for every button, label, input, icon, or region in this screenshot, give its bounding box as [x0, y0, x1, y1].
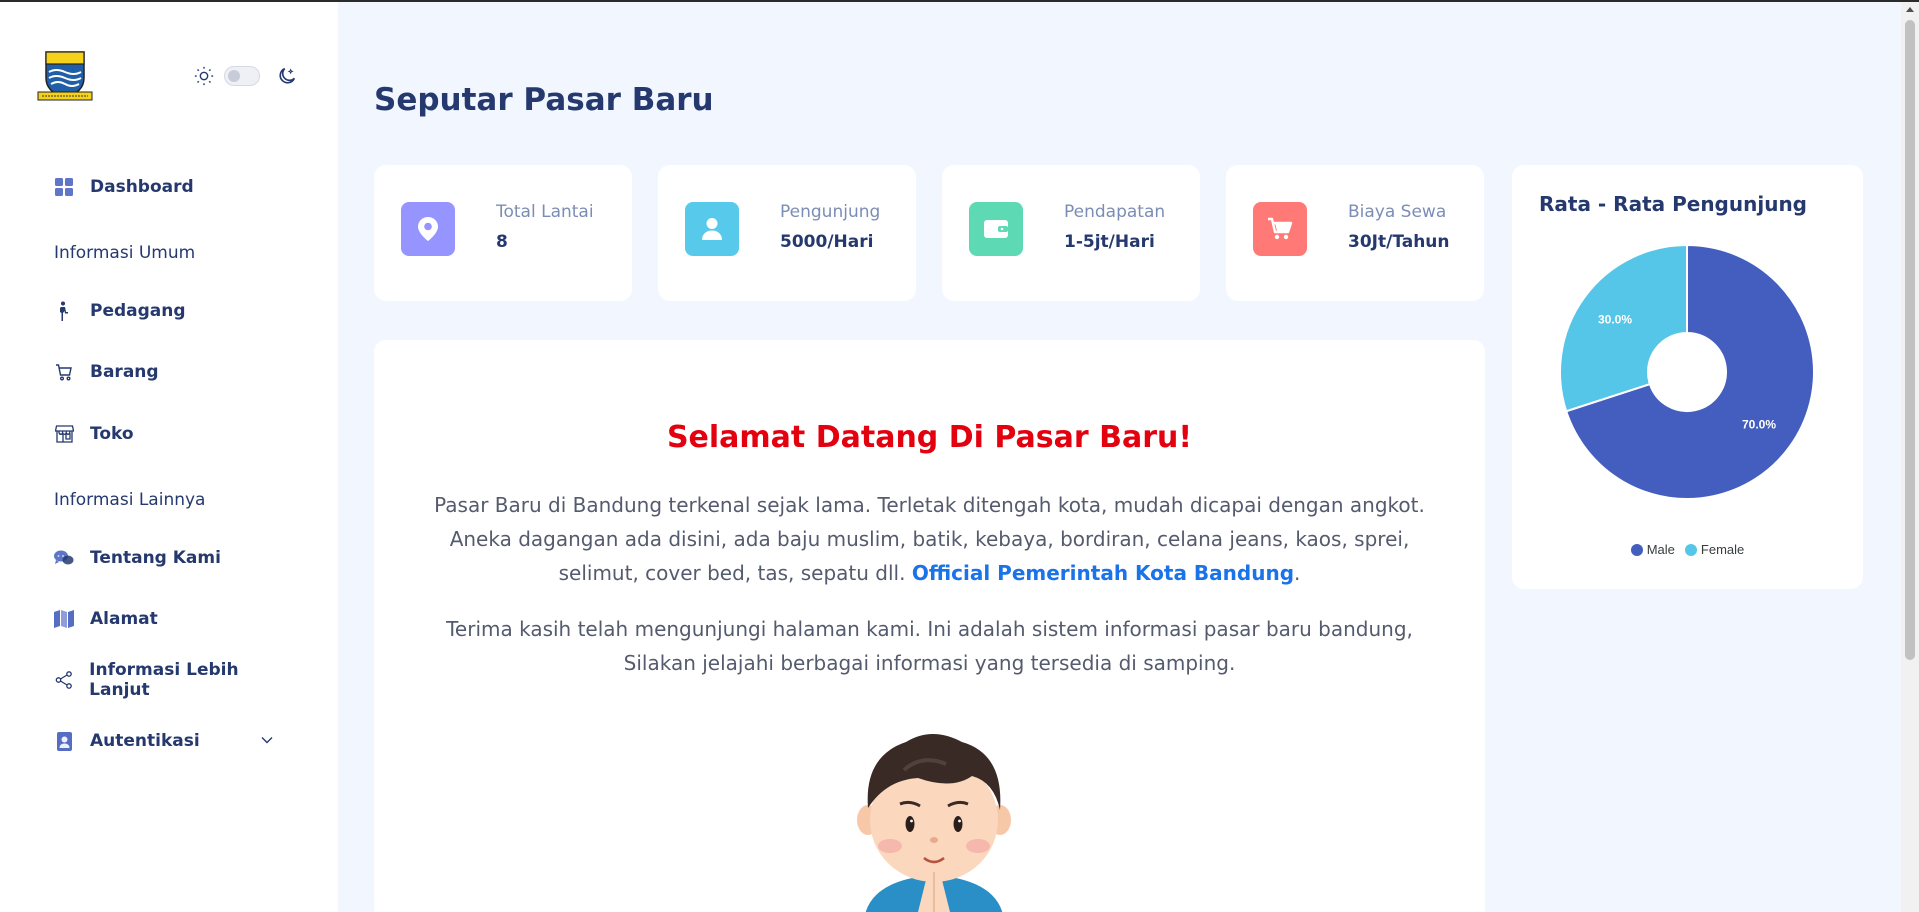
stat-value: 30Jt/Tahun [1348, 232, 1450, 252]
sidebar: Dashboard Informasi Umum Pedagang Barang… [0, 2, 338, 912]
donut-chart: 70.0% 30.0% [1559, 245, 1815, 500]
sidebar-item-label: Tentang Kami [90, 548, 221, 568]
legend-item-male[interactable]: Male [1630, 542, 1675, 557]
chevron-down-icon [261, 737, 273, 744]
toggle-knob [228, 70, 240, 82]
welcome-paragraph-1: Pasar Baru di Bandung terkenal sejak lam… [434, 488, 1425, 590]
section-title-general: Informasi Umum [54, 243, 196, 263]
welcome-text-end: . [1294, 561, 1301, 585]
legend-label: Female [1700, 542, 1745, 557]
chart-legend: Male Female [1512, 542, 1863, 557]
sidebar-item-barang[interactable]: Barang [36, 350, 296, 394]
welcome-card: Selamat Datang Di Pasar Baru! Pasar Baru… [374, 340, 1485, 912]
sidebar-item-label: Alamat [90, 609, 158, 629]
cart-icon [54, 362, 74, 382]
donut-data-label: 30.0% [1598, 313, 1632, 327]
stat-card-sewa: Biaya Sewa 30Jt/Tahun [1226, 165, 1484, 301]
share-icon [54, 670, 73, 690]
welcome-title: Selamat Datang Di Pasar Baru! [666, 420, 1193, 455]
sidebar-item-tentang[interactable]: Tentang Kami [36, 536, 296, 580]
sidebar-item-label: Dashboard [90, 177, 194, 197]
scroll-thumb[interactable] [1905, 20, 1915, 660]
cart-icon [1253, 202, 1307, 256]
stat-value: 8 [496, 232, 508, 252]
section-title-other: Informasi Lainnya [54, 490, 206, 510]
dark-mode-toggle[interactable] [224, 66, 260, 86]
greeting-boy-illustration [844, 720, 1024, 912]
chat-bubbles-icon [54, 548, 74, 568]
sidebar-item-label: Toko [90, 424, 134, 444]
sidebar-item-label: Pedagang [90, 301, 186, 321]
user-icon [685, 202, 739, 256]
legend-item-female[interactable]: Female [1684, 542, 1745, 557]
welcome-paragraph-2: Terima kasih telah mengunjungi halaman k… [446, 617, 1413, 675]
page-scrollbar[interactable] [1901, 2, 1919, 912]
legend-label: Male [1646, 542, 1675, 557]
official-link[interactable]: Official Pemerintah Kota Bandung [912, 561, 1294, 585]
stat-card-lantai: Total Lantai 8 [374, 165, 632, 301]
sun-icon [194, 66, 214, 86]
stat-value: 5000/Hari [780, 232, 874, 252]
shop-icon [54, 424, 74, 444]
sidebar-item-lebih-lanjut[interactable]: Informasi Lebih Lanjut [36, 658, 296, 702]
chart-title: Rata - Rata Pengunjung [1539, 192, 1807, 216]
stat-label: Biaya Sewa [1348, 202, 1447, 222]
theme-switcher [193, 65, 298, 87]
sidebar-item-label: Informasi Lebih Lanjut [89, 660, 239, 700]
sidebar-item-alamat[interactable]: Alamat [36, 597, 296, 641]
location-pin-icon [401, 202, 455, 256]
grid-icon [54, 177, 74, 197]
sidebar-item-pedagang[interactable]: Pedagang [36, 289, 296, 333]
sidebar-item-dashboard[interactable]: Dashboard [36, 165, 296, 209]
sidebar-item-label: Barang [90, 362, 159, 382]
stat-value: 1-5jt/Hari [1064, 232, 1155, 252]
stat-card-pendapatan: Pendapatan 1-5jt/Hari [942, 165, 1200, 301]
donut-slice-female[interactable] [1559, 245, 1688, 413]
legend-marker [1630, 543, 1643, 556]
bandung-city-logo[interactable] [36, 48, 94, 102]
sidebar-item-label: Autentikasi [90, 731, 200, 751]
sidebar-item-autentikasi[interactable]: Autentikasi [36, 719, 296, 763]
visitor-chart-card: Rata - Rata Pengunjung 70.0% 30.0% Male Fe… [1512, 165, 1863, 589]
stat-label: Pengunjung [780, 202, 881, 222]
page-title: Seputar Pasar Baru [374, 82, 714, 118]
moon-icon [279, 67, 296, 84]
person-walking-icon [54, 301, 74, 321]
id-badge-icon [54, 731, 74, 751]
scroll-up-arrow[interactable] [1906, 7, 1914, 12]
donut-data-label: 70.0% [1742, 417, 1776, 431]
legend-marker [1684, 543, 1697, 556]
wallet-icon [969, 202, 1023, 256]
stat-label: Total Lantai [496, 202, 594, 222]
stat-label: Pendapatan [1064, 202, 1166, 222]
sidebar-item-toko[interactable]: Toko [36, 412, 296, 456]
map-icon [54, 609, 74, 629]
stat-card-pengunjung: Pengunjung 5000/Hari [658, 165, 916, 301]
